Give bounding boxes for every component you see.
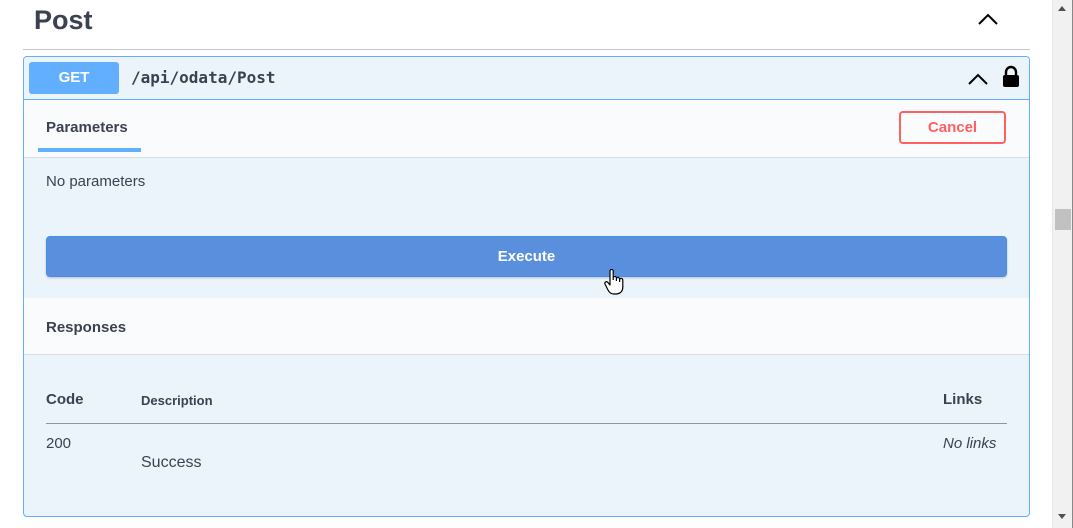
parameters-tab-header: Parameters Cancel <box>24 100 1029 158</box>
execute-button[interactable]: Execute <box>46 236 1007 277</box>
tab-parameters[interactable]: Parameters <box>46 119 128 136</box>
hand-pointer-icon <box>604 269 624 295</box>
lock-icon[interactable] <box>1001 65 1021 87</box>
responses-header: Responses <box>24 298 1029 355</box>
section-header[interactable]: Post <box>23 0 1030 50</box>
scroll-up-arrow-icon[interactable] <box>1058 6 1066 11</box>
column-header-links: Links <box>943 391 983 408</box>
vertical-scrollbar[interactable] <box>1052 0 1072 528</box>
response-code: 200 <box>46 435 72 452</box>
scroll-down-arrow-icon[interactable] <box>1058 514 1066 519</box>
table-divider <box>46 423 1007 424</box>
responses-title: Responses <box>46 319 127 336</box>
tab-underline <box>38 148 141 152</box>
operation-block: GET /api/odata/Post Parameters Cancel No… <box>23 56 1030 517</box>
chevron-up-icon[interactable] <box>976 8 1000 32</box>
response-description: Success <box>141 454 202 471</box>
section-title: Post <box>34 5 93 35</box>
method-badge: GET <box>29 62 119 94</box>
operation-summary[interactable]: GET /api/odata/Post <box>24 57 1029 100</box>
chevron-up-icon[interactable] <box>966 67 990 91</box>
cancel-button[interactable]: Cancel <box>899 111 1006 144</box>
scroll-thumb[interactable] <box>1055 209 1071 230</box>
column-header-description: Description <box>141 393 213 408</box>
column-header-code: Code <box>46 391 84 408</box>
response-links: No links <box>943 435 997 452</box>
operation-path: /api/odata/Post <box>131 68 276 87</box>
no-parameters-text: No parameters <box>46 173 146 190</box>
